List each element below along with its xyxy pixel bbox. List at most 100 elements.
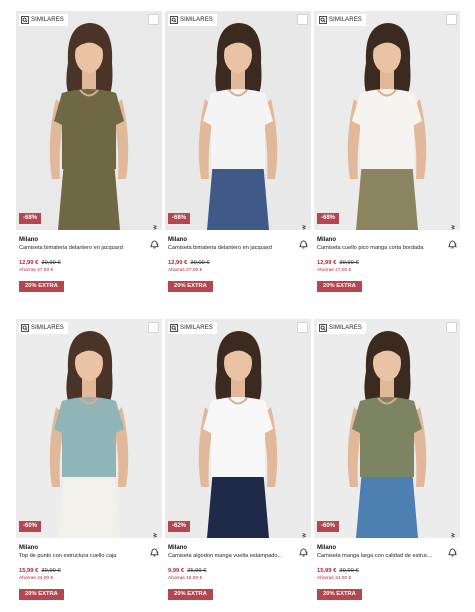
- extra-discount-badge: 20% EXTRA: [317, 281, 362, 292]
- similar-search-icon: [319, 324, 327, 332]
- discount-badge: -62%: [168, 521, 191, 532]
- product-brand: Milano: [317, 545, 336, 551]
- new-badge: NEW: [301, 533, 306, 538]
- similares-label: SIMILARES: [329, 325, 362, 331]
- original-price: 39,99 €: [41, 260, 61, 266]
- price-row: 15,99 €39,99 €: [19, 567, 162, 575]
- product-image[interactable]: SIMILARES -68% NEW: [314, 11, 460, 230]
- product-card[interactable]: SIMILARES -68% NEW MilanoCamiseta bimateria…: [165, 11, 311, 311]
- product-info: Milano Camiseta manga larga con calidad d…: [317, 544, 460, 600]
- product-brand: Milano: [168, 237, 187, 243]
- product-photo[interactable]: [314, 319, 460, 538]
- original-price: 39,99 €: [339, 260, 359, 266]
- compare-checkbox[interactable]: [297, 14, 308, 25]
- compare-checkbox[interactable]: [148, 14, 159, 25]
- extra-discount-badge: 20% EXTRA: [317, 589, 362, 600]
- price-alert-bell-icon[interactable]: [150, 240, 159, 249]
- product-image[interactable]: SIMILARES -62% NEW: [165, 319, 311, 538]
- product-name[interactable]: Camiseta bimateria delantero en jacquard: [19, 244, 141, 252]
- compare-checkbox[interactable]: [446, 14, 457, 25]
- original-price: 25,99 €: [187, 568, 207, 574]
- similar-search-icon: [319, 16, 327, 24]
- product-image[interactable]: SIMILARES -68% NEW: [165, 11, 311, 230]
- price-alert-bell-icon[interactable]: [299, 240, 308, 249]
- extra-discount-badge: 20% EXTRA: [19, 589, 64, 600]
- product-photo[interactable]: [16, 11, 162, 230]
- new-badge: NEW: [450, 225, 455, 230]
- product-brand: Milano: [168, 545, 187, 551]
- similares-button[interactable]: SIMILARES: [317, 14, 366, 26]
- product-name[interactable]: Top de punto con estructura cuello caja: [19, 552, 141, 560]
- product-name[interactable]: Camiseta bimateria delantero en jacquard: [168, 244, 290, 252]
- extra-discount-badge: 20% EXTRA: [168, 589, 213, 600]
- similares-button[interactable]: SIMILARES: [317, 322, 366, 334]
- discount-badge: -68%: [168, 213, 191, 224]
- savings-text: Ahorras 27,00 €: [317, 268, 352, 273]
- product-card[interactable]: SIMILARES -60% NEW MilanoCamiseta manga lar…: [314, 319, 460, 612]
- similar-search-icon: [21, 16, 29, 24]
- product-brand: Milano: [19, 237, 38, 243]
- new-badge: NEW: [152, 533, 157, 538]
- current-price: 12,99 €: [168, 260, 188, 266]
- product-photo[interactable]: [165, 319, 311, 538]
- similares-label: SIMILARES: [31, 325, 64, 331]
- price-alert-bell-icon[interactable]: [299, 548, 308, 557]
- discount-badge: -60%: [19, 521, 42, 532]
- similares-label: SIMILARES: [180, 17, 213, 23]
- discount-badge: -68%: [19, 213, 42, 224]
- product-brand: Milano: [19, 545, 38, 551]
- product-info: Milano Camiseta cuello pico manga corta b…: [317, 236, 460, 292]
- extra-discount-badge: 20% EXTRA: [19, 281, 64, 292]
- savings-text: Ahorras 27,00 €: [168, 268, 203, 273]
- product-info: Milano Camiseta bimateria delantero en ja…: [168, 236, 311, 292]
- price-alert-bell-icon[interactable]: [150, 548, 159, 557]
- similar-search-icon: [170, 16, 178, 24]
- new-badge: NEW: [301, 225, 306, 230]
- current-price: 12,99 €: [19, 260, 39, 266]
- product-brand: Milano: [317, 237, 336, 243]
- compare-checkbox[interactable]: [446, 322, 457, 333]
- similares-button[interactable]: SIMILARES: [19, 14, 68, 26]
- product-info: Milano Camiseta bimateria delantero en ja…: [19, 236, 162, 292]
- product-photo[interactable]: [16, 319, 162, 538]
- product-photo[interactable]: [165, 11, 311, 230]
- product-card[interactable]: SIMILARES -68% NEW MilanoCamiseta cuello pi…: [314, 11, 460, 311]
- new-badge: NEW: [450, 533, 455, 538]
- product-image[interactable]: SIMILARES -60% NEW: [314, 319, 460, 538]
- product-name[interactable]: Camiseta cuello pico manga corta bordada: [317, 244, 439, 252]
- compare-checkbox[interactable]: [297, 322, 308, 333]
- price-alert-bell-icon[interactable]: [448, 240, 457, 249]
- savings-text: Ahorras 16,00 €: [168, 576, 203, 581]
- product-name[interactable]: Camiseta manga larga con calidad de estr…: [317, 552, 439, 560]
- price-row: 12,99 €39,99 €: [19, 259, 162, 267]
- discount-badge: -68%: [317, 213, 340, 224]
- savings-text: Ahorras 24,00 €: [19, 576, 54, 581]
- product-card[interactable]: SIMILARES -60% NEW MilanoTop de punto con e…: [16, 319, 162, 612]
- price-row: 12,99 €39,99 €: [168, 259, 311, 267]
- similares-button[interactable]: SIMILARES: [168, 322, 217, 334]
- extra-discount-badge: 20% EXTRA: [168, 281, 213, 292]
- savings-text: Ahorras 27,00 €: [19, 268, 54, 273]
- product-image[interactable]: SIMILARES -68% NEW: [16, 11, 162, 230]
- similares-button[interactable]: SIMILARES: [19, 322, 68, 334]
- original-price: 39,99 €: [339, 568, 359, 574]
- compare-checkbox[interactable]: [148, 322, 159, 333]
- product-photo[interactable]: [314, 11, 460, 230]
- product-info: Milano Camiseta algodon manga vuelta esta…: [168, 544, 311, 600]
- original-price: 39,99 €: [190, 260, 210, 266]
- current-price: 12,99 €: [317, 260, 337, 266]
- similares-label: SIMILARES: [31, 17, 64, 23]
- product-info: Milano Top de punto con estructura cuello…: [19, 544, 162, 600]
- discount-badge: -60%: [317, 521, 340, 532]
- similar-search-icon: [21, 324, 29, 332]
- current-price: 15,99 €: [317, 568, 337, 574]
- savings-text: Ahorras 24,00 €: [317, 576, 352, 581]
- product-image[interactable]: SIMILARES -60% NEW: [16, 319, 162, 538]
- price-row: 9,99 €25,99 €: [168, 567, 311, 575]
- product-card[interactable]: SIMILARES -68% NEW MilanoCamiseta bimateria…: [16, 11, 162, 311]
- price-alert-bell-icon[interactable]: [448, 548, 457, 557]
- product-card[interactable]: SIMILARES -62% NEW MilanoCamiseta algodon m…: [165, 319, 311, 612]
- price-row: 15,99 €39,99 €: [317, 567, 460, 575]
- similares-button[interactable]: SIMILARES: [168, 14, 217, 26]
- product-name[interactable]: Camiseta algodon manga vuelta estampado.…: [168, 552, 290, 560]
